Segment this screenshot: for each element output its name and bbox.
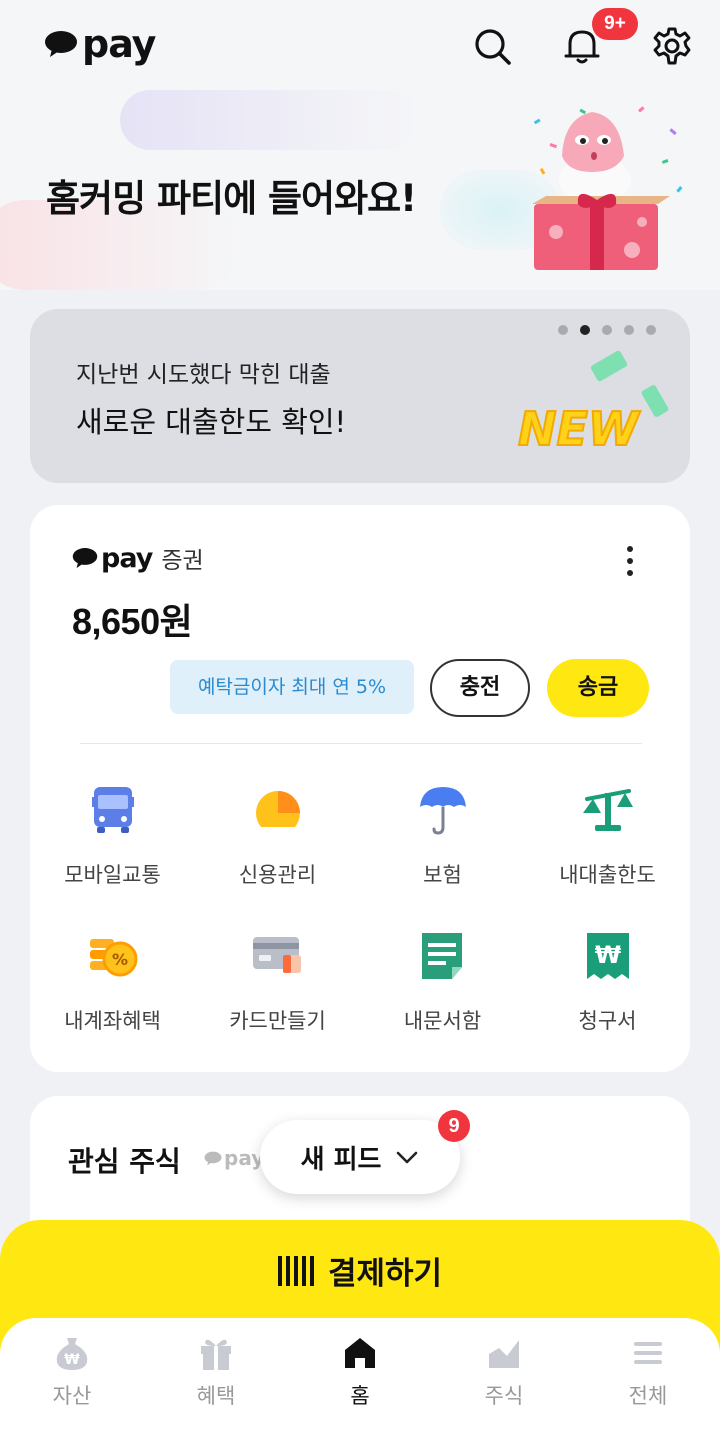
new-feed-label: 새 피드 bbox=[300, 1144, 382, 1175]
new-feed-button[interactable]: 새 피드 bbox=[260, 1120, 460, 1194]
pay-securities-card: pay 증권 8,650원 예탁금이자 최대 연 5% 충전 송금 모바일교통 … bbox=[30, 505, 690, 1072]
speech-bubble-icon bbox=[204, 1151, 222, 1165]
menu-label: 카드만들기 bbox=[229, 1009, 326, 1033]
menu-mobile-transit[interactable]: 모바일교통 bbox=[30, 783, 195, 903]
nav-label: 혜택 bbox=[196, 1384, 236, 1408]
stock-chart-icon bbox=[489, 1340, 519, 1368]
nav-benefits[interactable]: 혜택 bbox=[161, 1334, 271, 1410]
carousel-dot-active bbox=[580, 325, 590, 335]
speech-bubble-icon bbox=[72, 548, 98, 568]
menu-credit-management[interactable]: 신용관리 bbox=[195, 783, 360, 903]
balance-amount[interactable]: 8,650원 bbox=[72, 593, 193, 645]
credit-score-icon bbox=[250, 791, 305, 837]
nav-label: 자산 bbox=[52, 1384, 92, 1408]
menu-label: 내계좌혜택 bbox=[64, 1009, 161, 1033]
menu-label: 내문서함 bbox=[403, 1009, 482, 1033]
chevron-down-icon bbox=[397, 1151, 418, 1164]
menu-my-account-benefits[interactable]: % 내계좌혜택 bbox=[30, 929, 195, 1049]
send-money-button[interactable]: 송금 bbox=[547, 659, 649, 717]
menu-insurance[interactable]: 보험 bbox=[360, 783, 525, 903]
money-bag-icon: ₩ bbox=[56, 1338, 88, 1370]
svg-text:₩: ₩ bbox=[594, 941, 621, 969]
header: pay 9+ 홈커밍 파티에 들어와요! bbox=[0, 0, 720, 290]
loan-banner[interactable]: 지난번 시도했다 막힌 대출 새로운 대출한도 확인! NEW bbox=[30, 309, 690, 483]
menu-label: 보험 bbox=[423, 863, 462, 887]
document-icon bbox=[421, 933, 462, 979]
speech-bubble-icon bbox=[45, 31, 77, 57]
menu-bills[interactable]: ₩ 청구서 bbox=[525, 929, 690, 1049]
carousel-indicator bbox=[558, 325, 656, 335]
pay-button-label: 결제하기 bbox=[327, 1256, 443, 1292]
carousel-dot bbox=[646, 325, 656, 335]
bill-icon: ₩ bbox=[586, 933, 629, 979]
umbrella-icon bbox=[419, 787, 466, 835]
carousel-dot bbox=[624, 325, 634, 335]
loan-banner-title: 새로운 대출한도 확인! bbox=[76, 405, 347, 439]
card-icon bbox=[252, 937, 301, 973]
svg-text:₩: ₩ bbox=[64, 1352, 80, 1368]
gear-icon[interactable] bbox=[652, 26, 692, 66]
coins-percent-icon: % bbox=[89, 939, 137, 977]
carousel-dot bbox=[602, 325, 612, 335]
divider bbox=[80, 743, 642, 744]
menu-my-loan-limit[interactable]: 내대출한도 bbox=[525, 783, 690, 903]
svg-text:%: % bbox=[111, 950, 127, 969]
more-options-icon[interactable] bbox=[618, 543, 642, 579]
charge-button[interactable]: 충전 bbox=[430, 659, 530, 717]
character-gift-box-illustration[interactable] bbox=[520, 100, 690, 280]
notification-badge: 9+ bbox=[592, 8, 638, 40]
search-icon[interactable] bbox=[472, 26, 512, 66]
interest-rate-pill[interactable]: 예탁금이자 최대 연 5% bbox=[170, 660, 414, 714]
home-icon bbox=[345, 1338, 375, 1368]
watchlist-title: 관심 주식 bbox=[68, 1145, 181, 1178]
pay-securities-logo[interactable]: pay 증권 bbox=[72, 541, 204, 575]
background-blob bbox=[120, 90, 420, 150]
loan-banner-subtitle: 지난번 시도했다 막힌 대출 bbox=[76, 362, 331, 388]
nav-label: 주식 bbox=[484, 1384, 524, 1408]
securities-brand: pay bbox=[101, 542, 153, 574]
menu-label: 신용관리 bbox=[238, 863, 317, 887]
menu-label: 모바일교통 bbox=[64, 863, 161, 887]
securities-brand-suffix: 증권 bbox=[161, 548, 204, 574]
gift-icon bbox=[201, 1339, 231, 1370]
watchlist-pay-logo: pay bbox=[204, 1146, 264, 1170]
nav-assets[interactable]: ₩ 자산 bbox=[17, 1334, 127, 1410]
bottom-navigation: ₩ 자산 혜택 홈 주식 전체 bbox=[0, 1318, 720, 1440]
menu-my-documents[interactable]: 내문서함 bbox=[360, 929, 525, 1049]
hero-title: 홈커밍 파티에 들어와요! bbox=[46, 177, 417, 220]
menu-label: 내대출한도 bbox=[559, 863, 656, 887]
carousel-dot bbox=[558, 325, 568, 335]
feed-count-badge: 9 bbox=[438, 1110, 470, 1142]
menu-label: 청구서 bbox=[578, 1009, 637, 1033]
barcode-icon bbox=[277, 1255, 314, 1286]
nav-all[interactable]: 전체 bbox=[593, 1334, 703, 1410]
menu-icon bbox=[634, 1342, 662, 1364]
scale-icon bbox=[582, 789, 633, 831]
logo-text: pay bbox=[82, 22, 156, 66]
nav-label: 전체 bbox=[628, 1384, 668, 1408]
new-art-text: NEW bbox=[518, 402, 641, 456]
bus-icon bbox=[91, 787, 134, 833]
menu-create-card[interactable]: 카드만들기 bbox=[195, 929, 360, 1049]
watchlist-brand: pay bbox=[224, 1146, 265, 1170]
nav-home[interactable]: 홈 bbox=[305, 1334, 415, 1410]
nav-label: 홈 bbox=[350, 1384, 370, 1408]
nav-stocks[interactable]: 주식 bbox=[449, 1334, 559, 1410]
new-money-illustration: NEW bbox=[517, 350, 669, 457]
kakaopay-logo[interactable]: pay bbox=[44, 22, 156, 66]
